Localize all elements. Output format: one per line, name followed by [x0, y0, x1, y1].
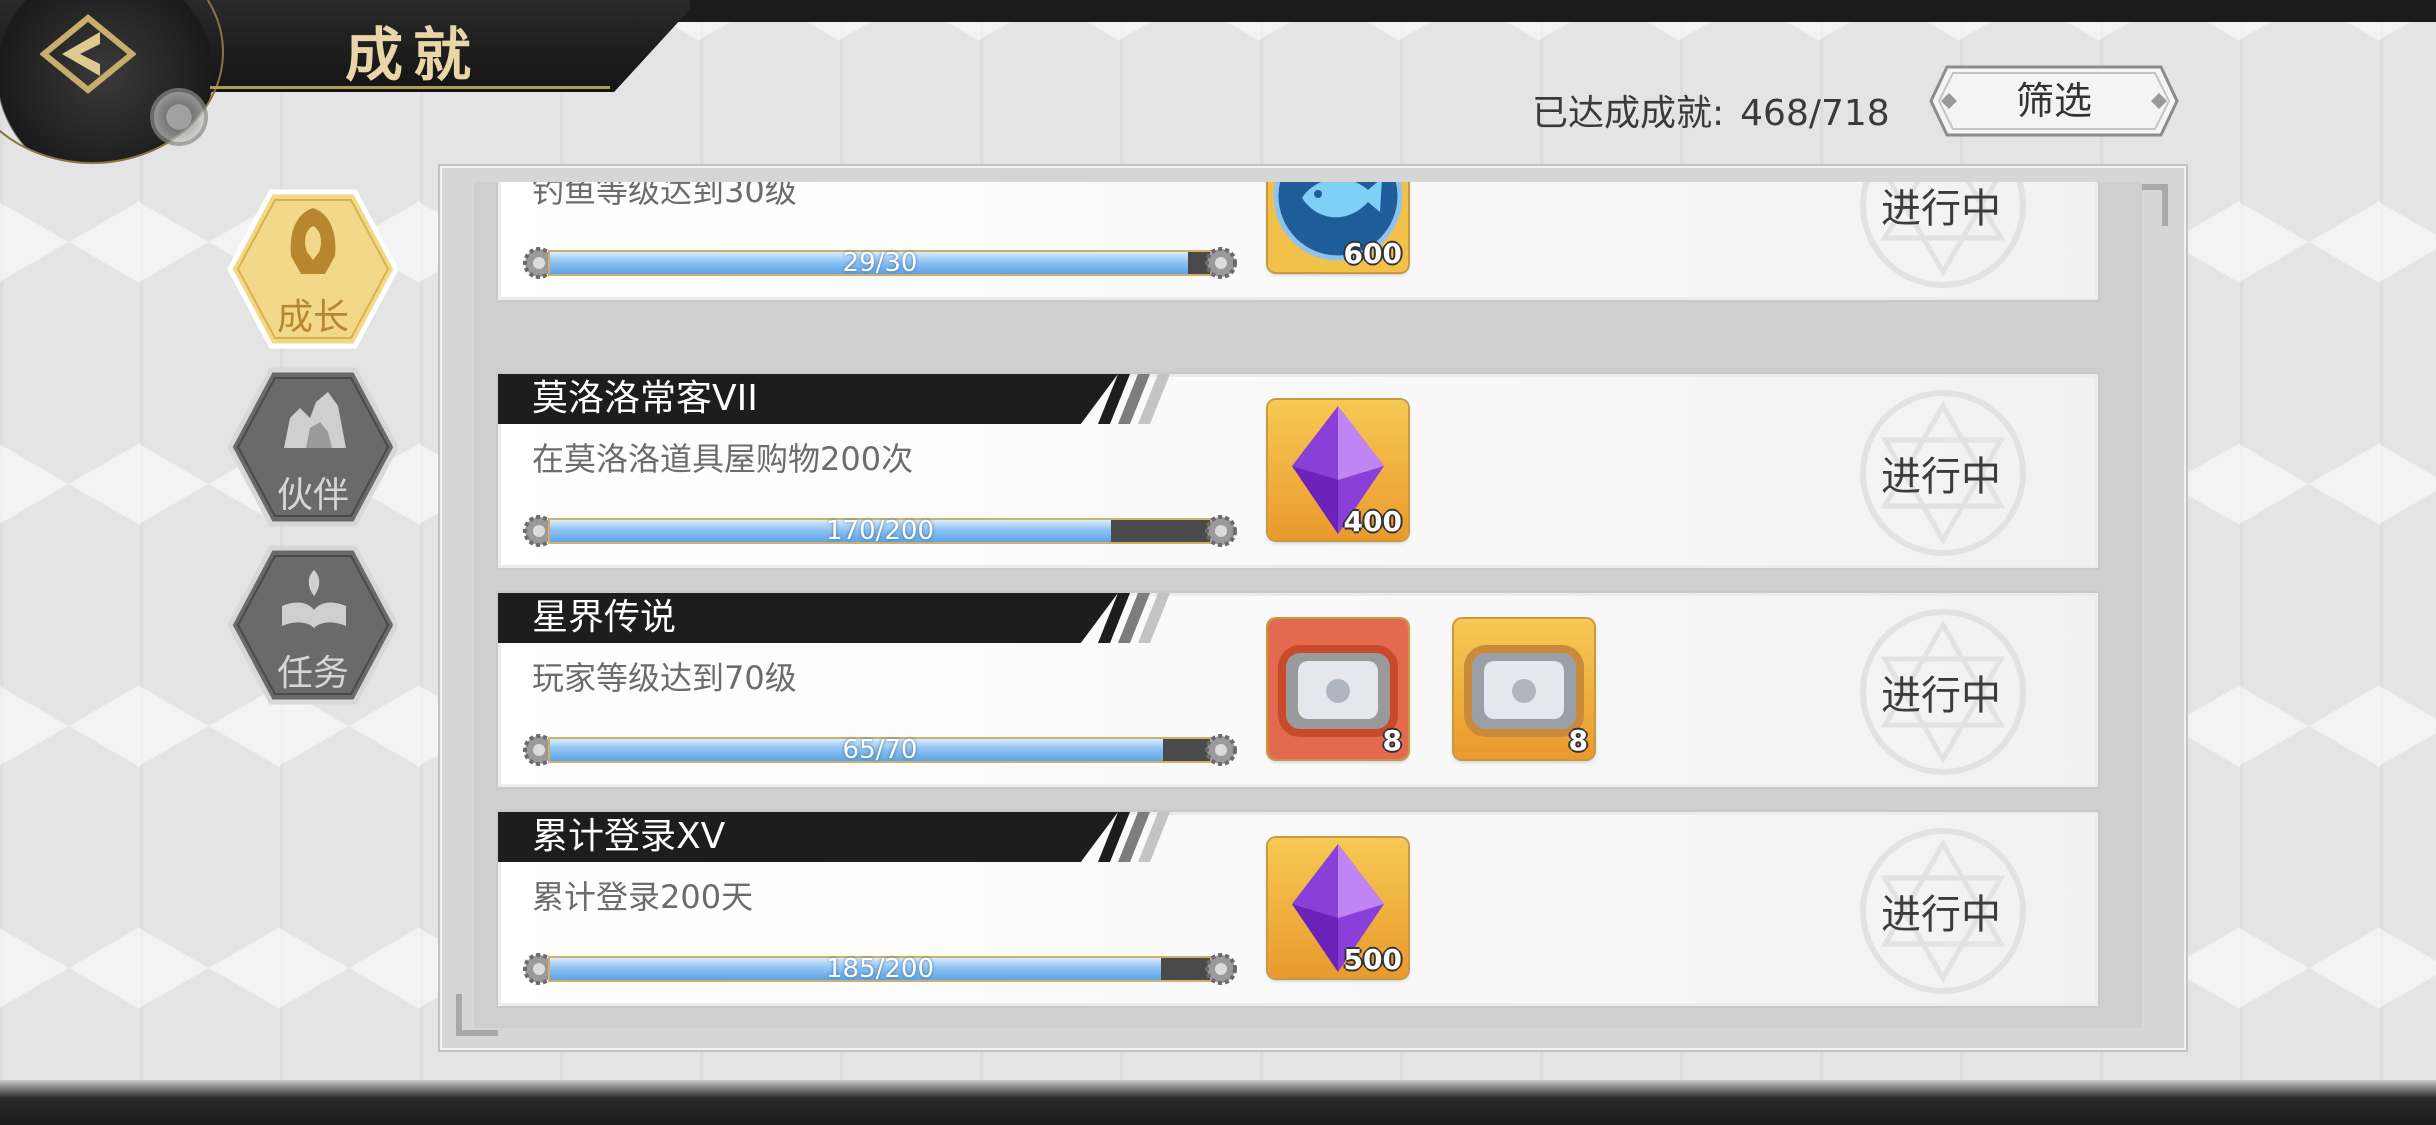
- progress-track: 65/70: [548, 737, 1212, 763]
- achievement-title: 累计登录XV: [532, 816, 726, 857]
- banner-stripes: [1098, 812, 1170, 862]
- tab-quests[interactable]: 任务: [228, 544, 398, 706]
- status-label: 进行中: [1881, 673, 2001, 719]
- achievement-counter: 已达成成就: 468/718: [1532, 84, 1890, 136]
- reward-count: 400: [1343, 505, 1402, 538]
- reward-item[interactable]: 600: [1268, 182, 1408, 272]
- achievement-desc: 钓鱼等级达到30级: [532, 182, 797, 210]
- status-label: 进行中: [1881, 892, 2001, 938]
- achievement-card: 莫洛洛常客VII 在莫洛洛道具屋购物200次 170/200 400 进行中: [496, 372, 2100, 570]
- counter-value: 468/718: [1740, 93, 1890, 134]
- tab-label-growth: 成长: [276, 297, 349, 338]
- achievement-list-viewport[interactable]: 钓鱼等级达到30级 29/30 600 进行中 莫洛洛常客VII 在莫洛洛道具屋…: [474, 182, 2142, 1028]
- achievement-desc: 累计登录200天: [532, 878, 754, 916]
- progress-bar: 185/200: [522, 952, 1238, 986]
- quest-book-icon: [282, 570, 346, 628]
- companions-icon: [284, 392, 346, 448]
- counter-label: 已达成成就:: [1532, 93, 1725, 134]
- progress-track: 29/30: [548, 250, 1212, 276]
- bottom-bar: [0, 1080, 2436, 1125]
- page-title: 成就: [345, 21, 482, 89]
- achievement-title: 星界传说: [532, 597, 677, 638]
- progress-bar: 170/200: [522, 514, 1238, 548]
- reward-item[interactable]: 8: [1454, 619, 1594, 759]
- reward-count: 500: [1343, 943, 1402, 976]
- progress-end-gear-icon: [1204, 514, 1238, 548]
- tab-growth[interactable]: 成长: [228, 188, 398, 350]
- tab-label-quests: 任务: [276, 653, 349, 694]
- reward-item[interactable]: 400: [1268, 400, 1408, 540]
- progress-text: 65/70: [842, 735, 918, 765]
- reward-count: 600: [1343, 237, 1402, 270]
- progress-bar: 65/70: [522, 733, 1238, 767]
- tab-companions[interactable]: 伙伴: [228, 366, 398, 528]
- status-label: 进行中: [1881, 454, 2001, 500]
- progress-text: 170/200: [825, 516, 934, 546]
- progress-track: 170/200: [548, 518, 1212, 544]
- hooded-figure-icon: [290, 208, 336, 274]
- achievement-card: 钓鱼等级达到30级 29/30 600 进行中: [496, 182, 2100, 302]
- filter-button[interactable]: 筛选: [1927, 63, 2181, 139]
- progress-text: 29/30: [842, 248, 918, 278]
- reward-item[interactable]: 8: [1268, 619, 1408, 759]
- reward-count: 8: [1382, 724, 1402, 757]
- progress-bar: 29/30: [522, 246, 1238, 280]
- reward-item[interactable]: 500: [1268, 838, 1408, 978]
- achievement-title: 莫洛洛常客VII: [532, 378, 758, 419]
- achievement-desc: 玩家等级达到70级: [532, 659, 797, 697]
- gear-icon: [150, 88, 208, 146]
- progress-end-gear-icon: [1204, 952, 1238, 986]
- banner-stripes: [1098, 374, 1170, 424]
- progress-end-gear-icon: [1204, 733, 1238, 767]
- progress-text: 185/200: [825, 954, 934, 984]
- banner-stripes: [1098, 593, 1170, 643]
- achievement-card: 星界传说 玩家等级达到70级 65/70 8 8 进行中: [496, 591, 2100, 789]
- progress-track: 185/200: [548, 956, 1212, 982]
- status-label: 进行中: [1881, 186, 2001, 232]
- filter-label: 筛选: [2015, 79, 2092, 123]
- reward-count: 8: [1568, 724, 1588, 757]
- achievement-desc: 在莫洛洛道具屋购物200次: [532, 440, 914, 478]
- back-button[interactable]: [39, 14, 137, 94]
- achievement-card: 累计登录XV 累计登录200天 185/200 500 进行中: [496, 810, 2100, 1008]
- tab-label-companions: 伙伴: [276, 475, 349, 516]
- back-arrow-icon: [39, 14, 137, 94]
- progress-end-gear-icon: [1204, 246, 1238, 280]
